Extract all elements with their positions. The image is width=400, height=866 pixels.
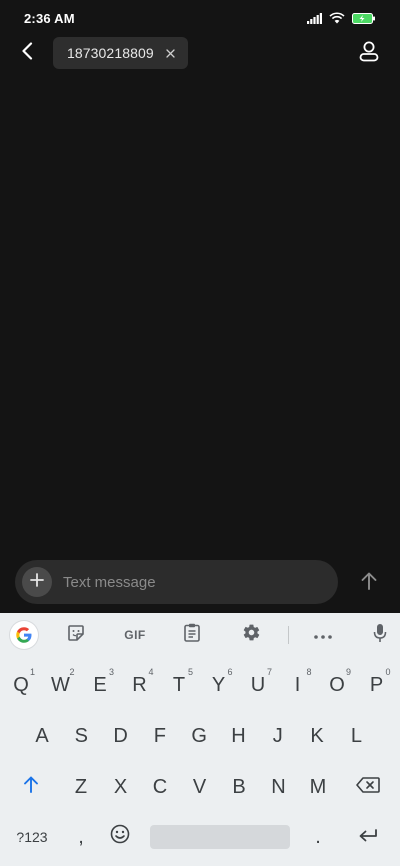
key-a[interactable]: A — [24, 717, 60, 755]
key-j[interactable]: J — [260, 717, 296, 755]
recipient-chip[interactable]: 18730218809 — [53, 37, 188, 69]
remove-recipient-button[interactable] — [162, 45, 178, 61]
key-label: P — [369, 673, 384, 696]
message-input[interactable] — [63, 567, 323, 597]
google-button[interactable] — [10, 621, 38, 649]
gif-button[interactable]: GIF — [120, 621, 150, 649]
key-o[interactable]: O9 — [319, 666, 355, 704]
voice-input-button[interactable] — [366, 621, 394, 649]
enter-key[interactable] — [350, 818, 386, 856]
key-k[interactable]: K — [299, 717, 335, 755]
key-d[interactable]: D — [103, 717, 139, 755]
signal-icon — [307, 12, 322, 24]
more-dots-icon — [314, 626, 332, 644]
key-hint: 0 — [385, 667, 391, 677]
clipboard-icon — [184, 623, 200, 647]
key-w[interactable]: W2 — [43, 666, 79, 704]
enter-icon — [358, 826, 378, 849]
attach-button[interactable] — [22, 567, 52, 597]
key-h[interactable]: H — [221, 717, 257, 755]
key-label: O — [329, 673, 345, 696]
key-r[interactable]: R4 — [122, 666, 158, 704]
symbols-key[interactable]: ?123 — [10, 818, 54, 856]
send-button[interactable] — [356, 570, 382, 596]
close-icon — [165, 48, 175, 58]
key-label: I — [294, 673, 301, 696]
key-t[interactable]: T5 — [161, 666, 197, 704]
key-hint: 5 — [187, 667, 193, 677]
space-key[interactable] — [150, 825, 290, 849]
key-e[interactable]: E3 — [82, 666, 118, 704]
gear-icon — [242, 623, 261, 647]
settings-button[interactable] — [237, 621, 265, 649]
key-hint: 6 — [227, 667, 233, 677]
key-z[interactable]: Z — [63, 768, 99, 806]
key-m[interactable]: M — [300, 768, 336, 806]
backspace-key[interactable] — [350, 768, 386, 806]
more-button[interactable] — [309, 621, 337, 649]
key-label: E — [93, 673, 107, 696]
status-bar: 2:36 AM — [0, 0, 400, 36]
backspace-icon — [356, 776, 380, 799]
key-label: Q — [13, 673, 29, 696]
keyboard-toolbar: GIF — [0, 613, 400, 657]
key-hint: 8 — [306, 667, 312, 677]
comma-key[interactable]: , — [63, 818, 99, 856]
back-arrow-icon — [21, 41, 33, 65]
key-p[interactable]: P0 — [359, 666, 395, 704]
key-label: R — [132, 673, 147, 696]
key-n[interactable]: N — [261, 768, 297, 806]
emoji-icon — [110, 824, 130, 850]
key-l[interactable]: L — [338, 717, 374, 755]
key-label: T — [172, 673, 186, 696]
key-label: U — [250, 673, 266, 696]
plus-icon — [30, 572, 44, 592]
clipboard-button[interactable] — [178, 621, 206, 649]
key-hint: 2 — [69, 667, 75, 677]
battery-charging-icon — [352, 12, 376, 24]
status-time: 2:36 AM — [24, 10, 75, 26]
key-u[interactable]: U7 — [240, 666, 276, 704]
shift-key[interactable] — [13, 768, 49, 806]
key-hint: 3 — [108, 667, 114, 677]
emoji-key[interactable] — [102, 818, 138, 856]
period-key[interactable]: . — [300, 818, 336, 856]
key-hint: 9 — [345, 667, 351, 677]
sticker-icon — [67, 624, 85, 647]
contact-button[interactable] — [356, 40, 382, 66]
compose-bar — [15, 560, 338, 604]
back-button[interactable] — [14, 40, 40, 66]
wifi-icon — [329, 12, 345, 24]
key-c[interactable]: C — [142, 768, 178, 806]
shift-arrow-icon — [23, 775, 39, 799]
microphone-icon — [373, 623, 387, 648]
key-label: Y — [211, 673, 226, 696]
key-g[interactable]: G — [181, 717, 217, 755]
gif-label: GIF — [124, 628, 146, 642]
key-label: W — [51, 673, 70, 696]
key-s[interactable]: S — [63, 717, 99, 755]
google-logo-icon — [10, 621, 38, 649]
key-hint: 1 — [29, 667, 35, 677]
sticker-button[interactable] — [62, 621, 90, 649]
key-f[interactable]: F — [142, 717, 178, 755]
key-y[interactable]: Y6 — [201, 666, 237, 704]
send-up-arrow-icon — [361, 572, 377, 595]
conversation-header: 18730218809 — [0, 36, 400, 70]
status-icons — [307, 12, 376, 24]
key-hint: 7 — [266, 667, 272, 677]
key-x[interactable]: X — [103, 768, 139, 806]
toolbar-divider — [288, 626, 289, 644]
key-i[interactable]: I8 — [280, 666, 316, 704]
key-v[interactable]: V — [182, 768, 218, 806]
person-icon — [358, 40, 380, 67]
soft-keyboard: G I F Q 1 W 2 E 3 R 4 T 5 Y 6 U 7 I 8 O 9 … — [0, 613, 400, 866]
recipient-number: 18730218809 — [67, 45, 154, 61]
key-hint: 4 — [148, 667, 154, 677]
key-q[interactable]: Q1 — [3, 666, 39, 704]
key-b[interactable]: B — [221, 768, 257, 806]
